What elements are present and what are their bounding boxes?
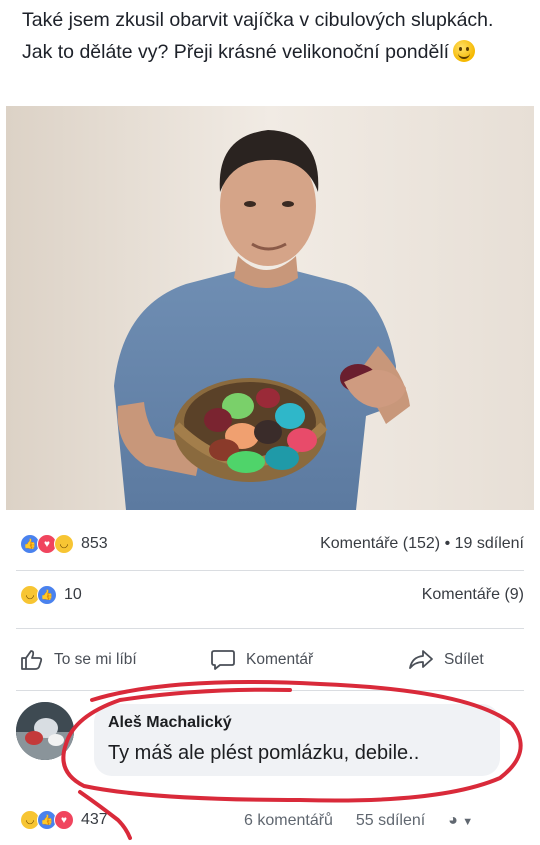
comment-button[interactable]: Komentář [210, 648, 313, 672]
comments-link[interactable]: Komentáře (9) [422, 586, 524, 604]
comments-link[interactable]: 6 komentářů [244, 812, 333, 829]
reaction-icons[interactable]: ◡ 👍 ♥ [20, 810, 74, 830]
post-photo[interactable] [6, 106, 534, 510]
comment-icon [211, 650, 235, 670]
divider [16, 570, 524, 571]
shares-link[interactable]: 55 sdílení [356, 812, 425, 829]
comment: Aleš Machalický Ty máš ale plést pomlázk… [0, 690, 540, 780]
bottom-meta: 6 komentářů 55 sdílení ◕ ▼ [244, 812, 473, 830]
reaction-stats-1: 👍 ♥ ◡ 853 Komentáře (152) • 19 sdílení [0, 524, 540, 564]
love-reaction-icon: ♥ [54, 810, 74, 830]
comment-author[interactable]: Aleš Machalický [108, 714, 232, 732]
share-label: Sdílet [444, 651, 484, 668]
post-text: Také jsem zkusil obarvit vajíčka v cibul… [22, 4, 522, 68]
chevron-down-icon[interactable]: ▼ [462, 816, 473, 828]
reaction-count[interactable]: 853 [81, 535, 108, 553]
audience-icon[interactable]: ◕ [448, 812, 458, 829]
reaction-icons[interactable]: 👍 ♥ ◡ [20, 534, 74, 554]
like-reaction-icon: 👍 [37, 585, 57, 605]
haha-reaction-icon: ◡ [54, 534, 74, 554]
divider [16, 628, 524, 629]
reaction-count[interactable]: 437 [81, 811, 108, 829]
comments-shares-link[interactable]: Komentáře (152) • 19 sdílení [320, 535, 524, 553]
avatar[interactable] [16, 702, 74, 760]
reaction-stats-2: ◡ 👍 10 Komentáře (9) [0, 575, 540, 615]
photo-illustration [6, 106, 534, 510]
slightly-smiling-face-icon [453, 40, 476, 62]
like-label: To se mi líbí [54, 651, 137, 668]
comment-label: Komentář [246, 651, 314, 668]
comment-text: Ty máš ale plést pomlázku, debile.. [108, 742, 420, 764]
avatar-image [16, 702, 74, 760]
share-arrow-icon [409, 650, 433, 669]
reaction-count[interactable]: 10 [64, 586, 82, 604]
reaction-icons[interactable]: ◡ 👍 [20, 585, 57, 605]
bottom-stats: ◡ 👍 ♥ 437 6 komentářů 55 sdílení ◕ ▼ [0, 800, 540, 840]
share-button[interactable]: Sdílet [408, 648, 484, 672]
post-text-content: Také jsem zkusil obarvit vajíčka v cibul… [22, 9, 494, 63]
like-button[interactable]: To se mi líbí [20, 648, 137, 672]
comment-bubble: Aleš Machalický Ty máš ale plést pomlázk… [94, 704, 500, 776]
action-bar: To se mi líbí Komentář Sdílet [0, 638, 540, 682]
thumbs-up-icon [21, 650, 43, 670]
